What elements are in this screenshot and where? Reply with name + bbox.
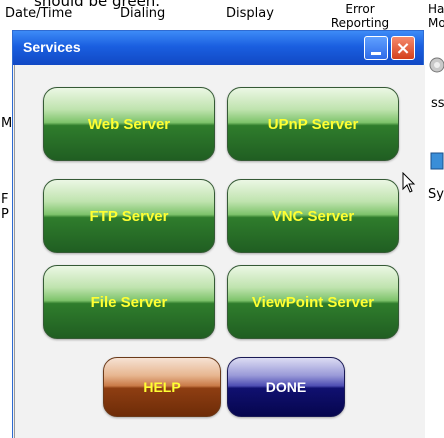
bg-fragment-f: F [1, 192, 9, 207]
done-button[interactable]: DONE [227, 357, 345, 417]
minimize-icon [371, 51, 381, 55]
cpl-icon-right-top [428, 54, 444, 76]
cpl-item-dialing[interactable]: Dialing [120, 6, 165, 21]
cpl-item-hardware[interactable]: Har Mo [428, 2, 444, 30]
window-title: Services [23, 39, 81, 55]
title-bar[interactable]: Services × [13, 31, 423, 65]
bg-fragment-ss: ss [431, 96, 444, 111]
bg-fragment-p: P [1, 207, 9, 222]
cpl-icon-right-system [428, 150, 444, 172]
services-panel: Web Server UPnP Server FTP Server VNC Se… [14, 65, 425, 438]
web-server-button[interactable]: Web Server [43, 87, 215, 161]
help-button[interactable]: HELP [103, 357, 221, 417]
ftp-server-button[interactable]: FTP Server [43, 179, 215, 253]
file-server-button[interactable]: File Server [43, 265, 215, 339]
cpl-item-error-reporting[interactable]: Error Reporting [330, 2, 390, 30]
viewpoint-server-button[interactable]: ViewPoint Server [227, 265, 399, 339]
minimize-button[interactable] [364, 36, 388, 60]
vnc-server-button[interactable]: VNC Server [227, 179, 399, 253]
cpl-item-datetime[interactable]: Date/Time [5, 6, 72, 21]
services-window: Services × Web Server UPnP Server FTP Se… [12, 30, 425, 438]
upnp-server-button[interactable]: UPnP Server [227, 87, 399, 161]
close-icon: × [395, 37, 411, 59]
mouse-pointer-icon [402, 171, 416, 198]
close-button[interactable]: × [391, 36, 415, 60]
cpl-item-display[interactable]: Display [226, 6, 274, 21]
bg-fragment-sys: Sys [428, 187, 444, 202]
bg-fragment-m: M [1, 116, 13, 131]
